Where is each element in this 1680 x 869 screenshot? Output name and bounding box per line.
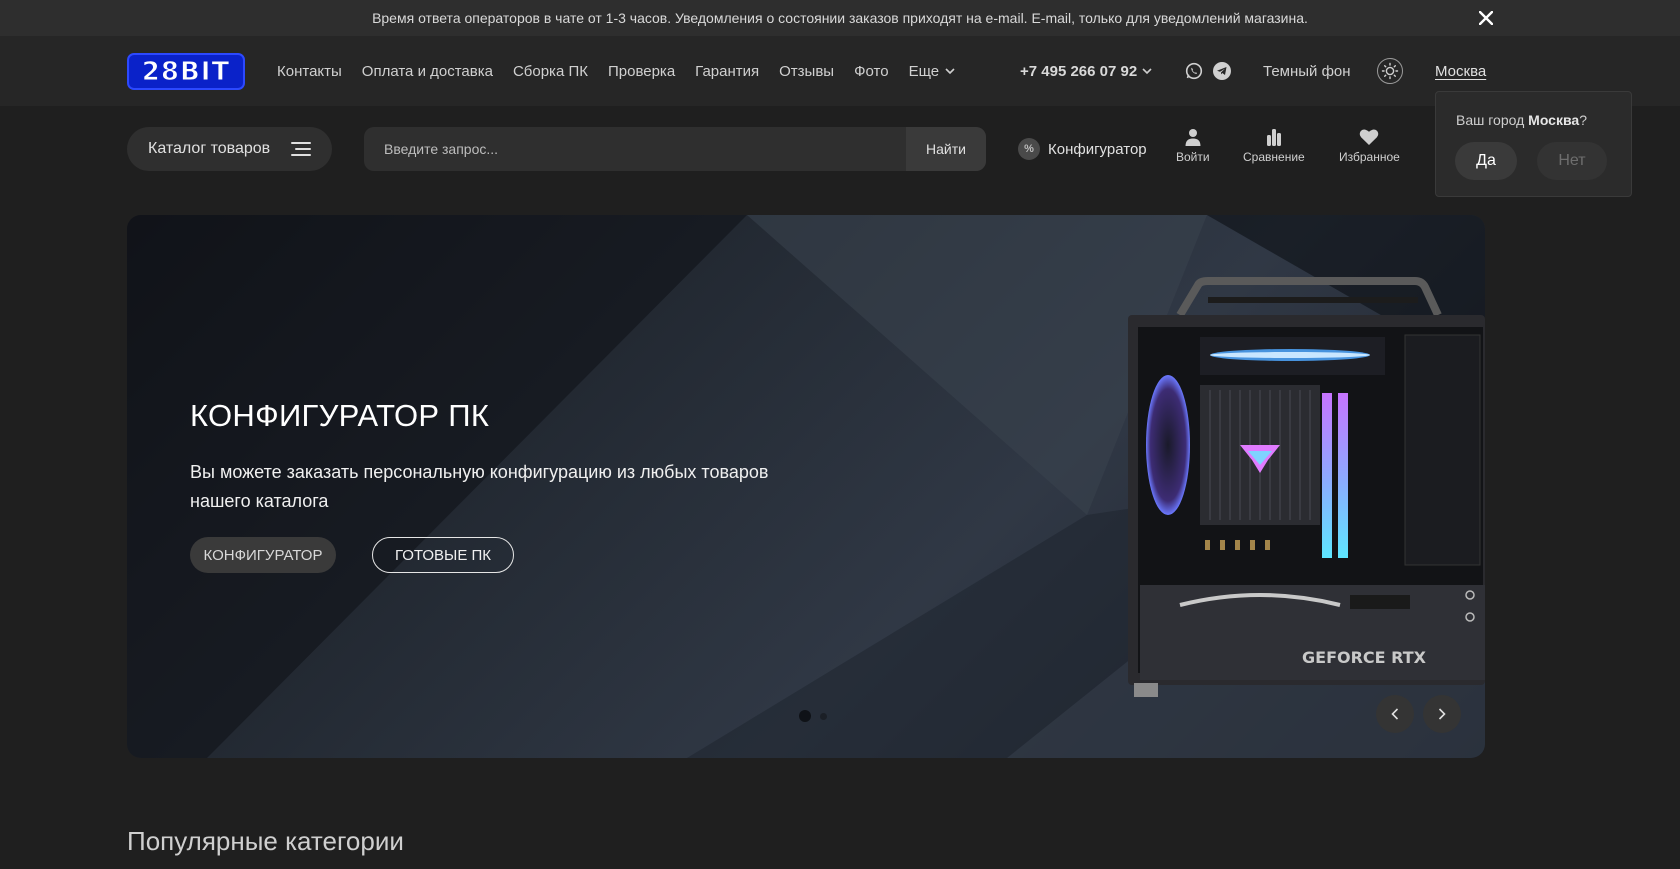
whatsapp-icon[interactable] <box>1185 62 1203 80</box>
search-bar: Найти <box>364 127 986 171</box>
city-question: Ваш город Москва? <box>1456 112 1611 128</box>
city-no-button[interactable]: Нет <box>1537 142 1607 180</box>
dark-theme-label[interactable]: Темный фон <box>1263 36 1351 106</box>
close-icon[interactable] <box>1472 4 1500 32</box>
phone-dropdown[interactable]: +7 495 266 07 92 <box>1020 36 1152 106</box>
nav-more-label: Еще <box>908 62 940 80</box>
main-nav: Контакты Оплата и доставка Сборка ПК Про… <box>277 36 955 106</box>
search-input[interactable] <box>364 127 906 171</box>
notice-text: Время ответа операторов в чате от 1-3 ча… <box>372 10 1308 26</box>
city-confirm-popup: Ваш город Москва? Да Нет <box>1435 91 1632 197</box>
nav-item-contacts[interactable]: Контакты <box>277 63 342 80</box>
chevron-right-icon <box>1438 708 1446 720</box>
bar-chart-icon <box>1266 129 1281 146</box>
favorites-label: Избранное <box>1339 150 1400 164</box>
login-label: Войти <box>1176 150 1210 164</box>
catalog-button[interactable]: Каталог товаров <box>127 127 332 171</box>
popular-categories-title: Популярные категории <box>127 826 404 856</box>
chevron-down-icon <box>1142 67 1152 74</box>
nav-item-check[interactable]: Проверка <box>608 63 675 80</box>
compare-label: Сравнение <box>1243 150 1305 164</box>
login-button[interactable]: Войти <box>1176 128 1210 170</box>
telegram-icon[interactable] <box>1213 62 1231 80</box>
hero-description: Вы можете заказать персональную конфигур… <box>190 462 769 511</box>
logo[interactable]: 28BIT <box>127 53 245 90</box>
header: 28BIT Контакты Оплата и доставка Сборка … <box>0 36 1680 106</box>
catalog-label: Каталог товаров <box>148 140 271 157</box>
chevron-left-icon <box>1391 708 1399 720</box>
configurator-link[interactable]: % Конфигуратор <box>1018 137 1147 161</box>
nav-item-warranty[interactable]: Гарантия <box>695 63 759 80</box>
menu-icon <box>291 142 311 156</box>
nav-item-payment-delivery[interactable]: Оплата и доставка <box>362 63 493 80</box>
percent-badge-icon: % <box>1018 138 1040 160</box>
hero-ready-pc-button[interactable]: ГОТОВЫЕ ПК <box>372 537 514 573</box>
city-yes-button[interactable]: Да <box>1455 142 1517 180</box>
search-button[interactable]: Найти <box>906 127 986 171</box>
slider-next-button[interactable] <box>1423 695 1461 733</box>
sun-icon[interactable] <box>1377 58 1403 84</box>
nav-item-photo[interactable]: Фото <box>854 63 888 80</box>
configurator-label: Конфигуратор <box>1048 140 1147 158</box>
heart-icon <box>1360 129 1379 145</box>
hero-configurator-button[interactable]: КОНФИГУРАТОР <box>190 537 336 573</box>
slider-dot-1[interactable] <box>799 710 811 722</box>
hero-slider: КОНФИГУРАТОР ПК Вы можете заказать персо… <box>127 215 1485 758</box>
hero-title: КОНФИГУРАТОР ПК <box>190 398 490 433</box>
nav-item-pc-assembly[interactable]: Сборка ПК <box>513 63 588 80</box>
notice-bar: Время ответа операторов в чате от 1-3 ча… <box>0 0 1680 36</box>
phone-number: +7 495 266 07 92 <box>1020 62 1138 80</box>
chevron-down-icon <box>945 67 955 74</box>
slider-prev-button[interactable] <box>1376 695 1414 733</box>
user-icon <box>1185 129 1201 146</box>
compare-button[interactable]: Сравнение <box>1243 128 1305 170</box>
logo-text: 28BIT <box>141 56 231 87</box>
slider-dot-2[interactable] <box>820 712 827 720</box>
city-question-suffix: ? <box>1579 112 1587 128</box>
nav-item-reviews[interactable]: Отзывы <box>779 63 834 80</box>
nav-more-dropdown[interactable]: Еще <box>909 63 956 80</box>
pc-case-image: GEFORCE RTX <box>1128 277 1485 697</box>
gpu-label: GEFORCE RTX <box>1302 648 1427 667</box>
city-question-prefix: Ваш город <box>1456 112 1529 128</box>
slider-dots <box>799 710 827 722</box>
favorites-button[interactable]: Избранное <box>1339 128 1400 170</box>
city-question-city: Москва <box>1528 112 1580 128</box>
